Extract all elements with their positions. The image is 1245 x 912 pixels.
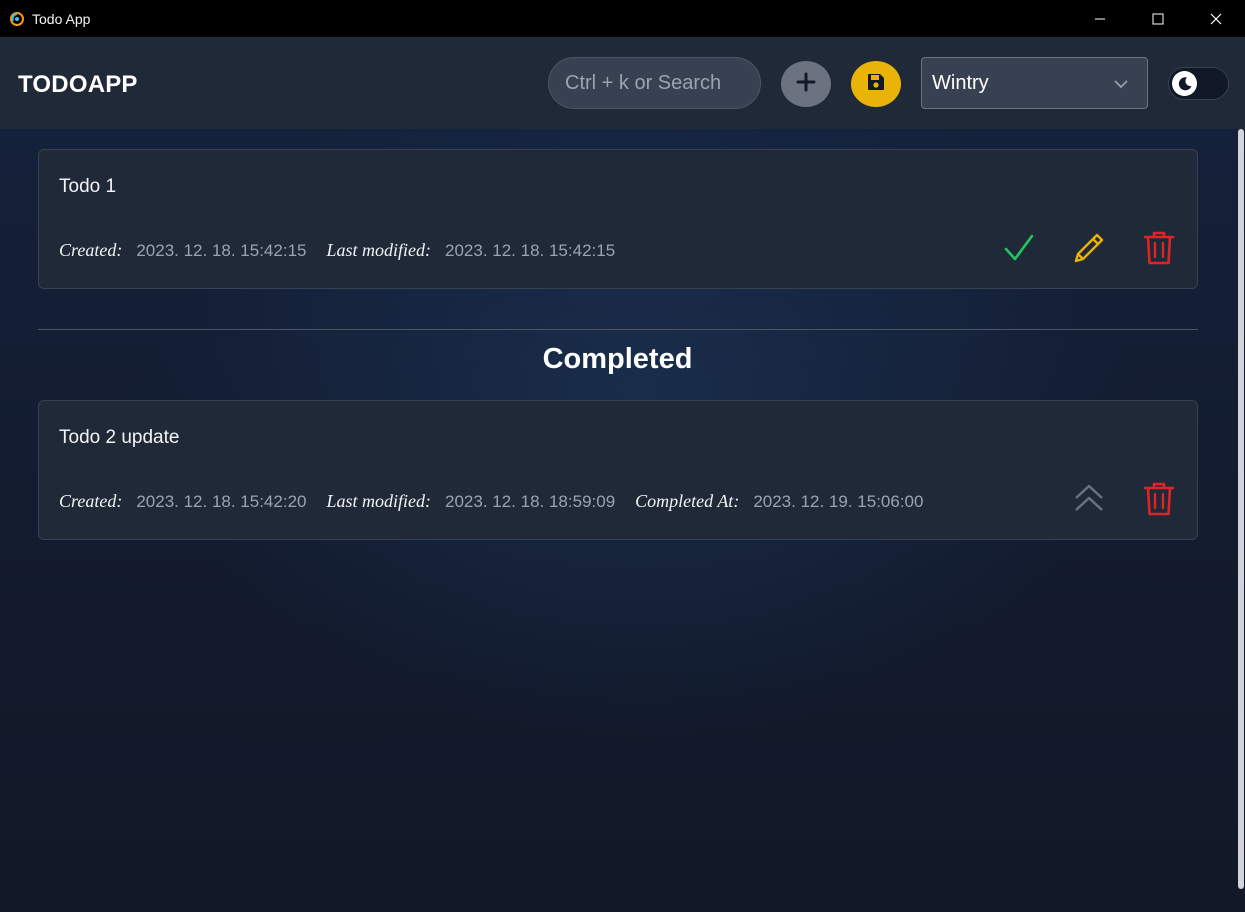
close-icon[interactable] [1187,0,1245,37]
created-value: 2023. 12. 18. 15:42:20 [136,491,307,511]
theme-select[interactable]: Wintry [921,57,1148,109]
theme-select-value: Wintry [932,71,989,94]
completed-todo-card: Todo 2 update Created: 2023. 12. 18. 15:… [38,400,1198,540]
window-title: Todo App [32,10,91,27]
app-header: TODOAPP Wintry [0,37,1245,129]
moon-icon [1172,71,1197,96]
uncomplete-button[interactable] [1069,481,1109,521]
app-logo-icon [9,11,25,27]
created-label: Created: [59,491,123,511]
modified-label: Last modified: [326,491,431,511]
search-input[interactable] [548,57,761,109]
minimize-icon[interactable] [1071,0,1129,37]
brand-title[interactable]: TODOAPP [18,71,138,99]
created-label: Created: [59,240,123,260]
add-todo-button[interactable] [781,61,831,107]
window-titlebar: Todo App [0,0,1245,37]
trash-icon [1142,480,1176,523]
pencil-icon [1070,229,1108,272]
completed-label: Completed At: [635,491,740,511]
completed-value: 2023. 12. 19. 15:06:00 [753,491,924,511]
created-value: 2023. 12. 18. 15:42:15 [136,240,307,260]
todo-meta: Created: 2023. 12. 18. 15:42:15 Last mod… [59,240,635,261]
todo-card: Todo 1 Created: 2023. 12. 18. 15:42:15 L… [38,149,1198,289]
scrollbar-thumb[interactable] [1238,129,1244,889]
modified-value: 2023. 12. 18. 15:42:15 [445,240,616,260]
completed-heading: Completed [542,343,693,375]
floppy-disk-icon [866,72,886,97]
chevron-down-icon [1113,75,1129,98]
maximize-icon[interactable] [1129,0,1187,37]
todo-meta: Created: 2023. 12. 18. 15:42:20 Last mod… [59,491,943,512]
dark-mode-toggle[interactable] [1168,67,1229,100]
check-icon [1002,231,1036,270]
complete-button[interactable] [999,230,1039,270]
trash-icon [1142,229,1176,272]
save-button[interactable] [851,61,901,107]
plus-icon [796,72,816,97]
vertical-scrollbar[interactable] [1237,129,1245,889]
todo-title: Todo 2 update [59,427,180,448]
main-content: Todo 1 Created: 2023. 12. 18. 15:42:15 L… [0,129,1245,912]
delete-button[interactable] [1139,230,1179,270]
section-divider [38,329,1198,330]
modified-label: Last modified: [326,240,431,260]
modified-value: 2023. 12. 18. 18:59:09 [445,491,616,511]
chevrons-up-icon [1072,482,1106,521]
edit-button[interactable] [1069,230,1109,270]
delete-button[interactable] [1139,481,1179,521]
todo-title: Todo 1 [59,176,117,197]
